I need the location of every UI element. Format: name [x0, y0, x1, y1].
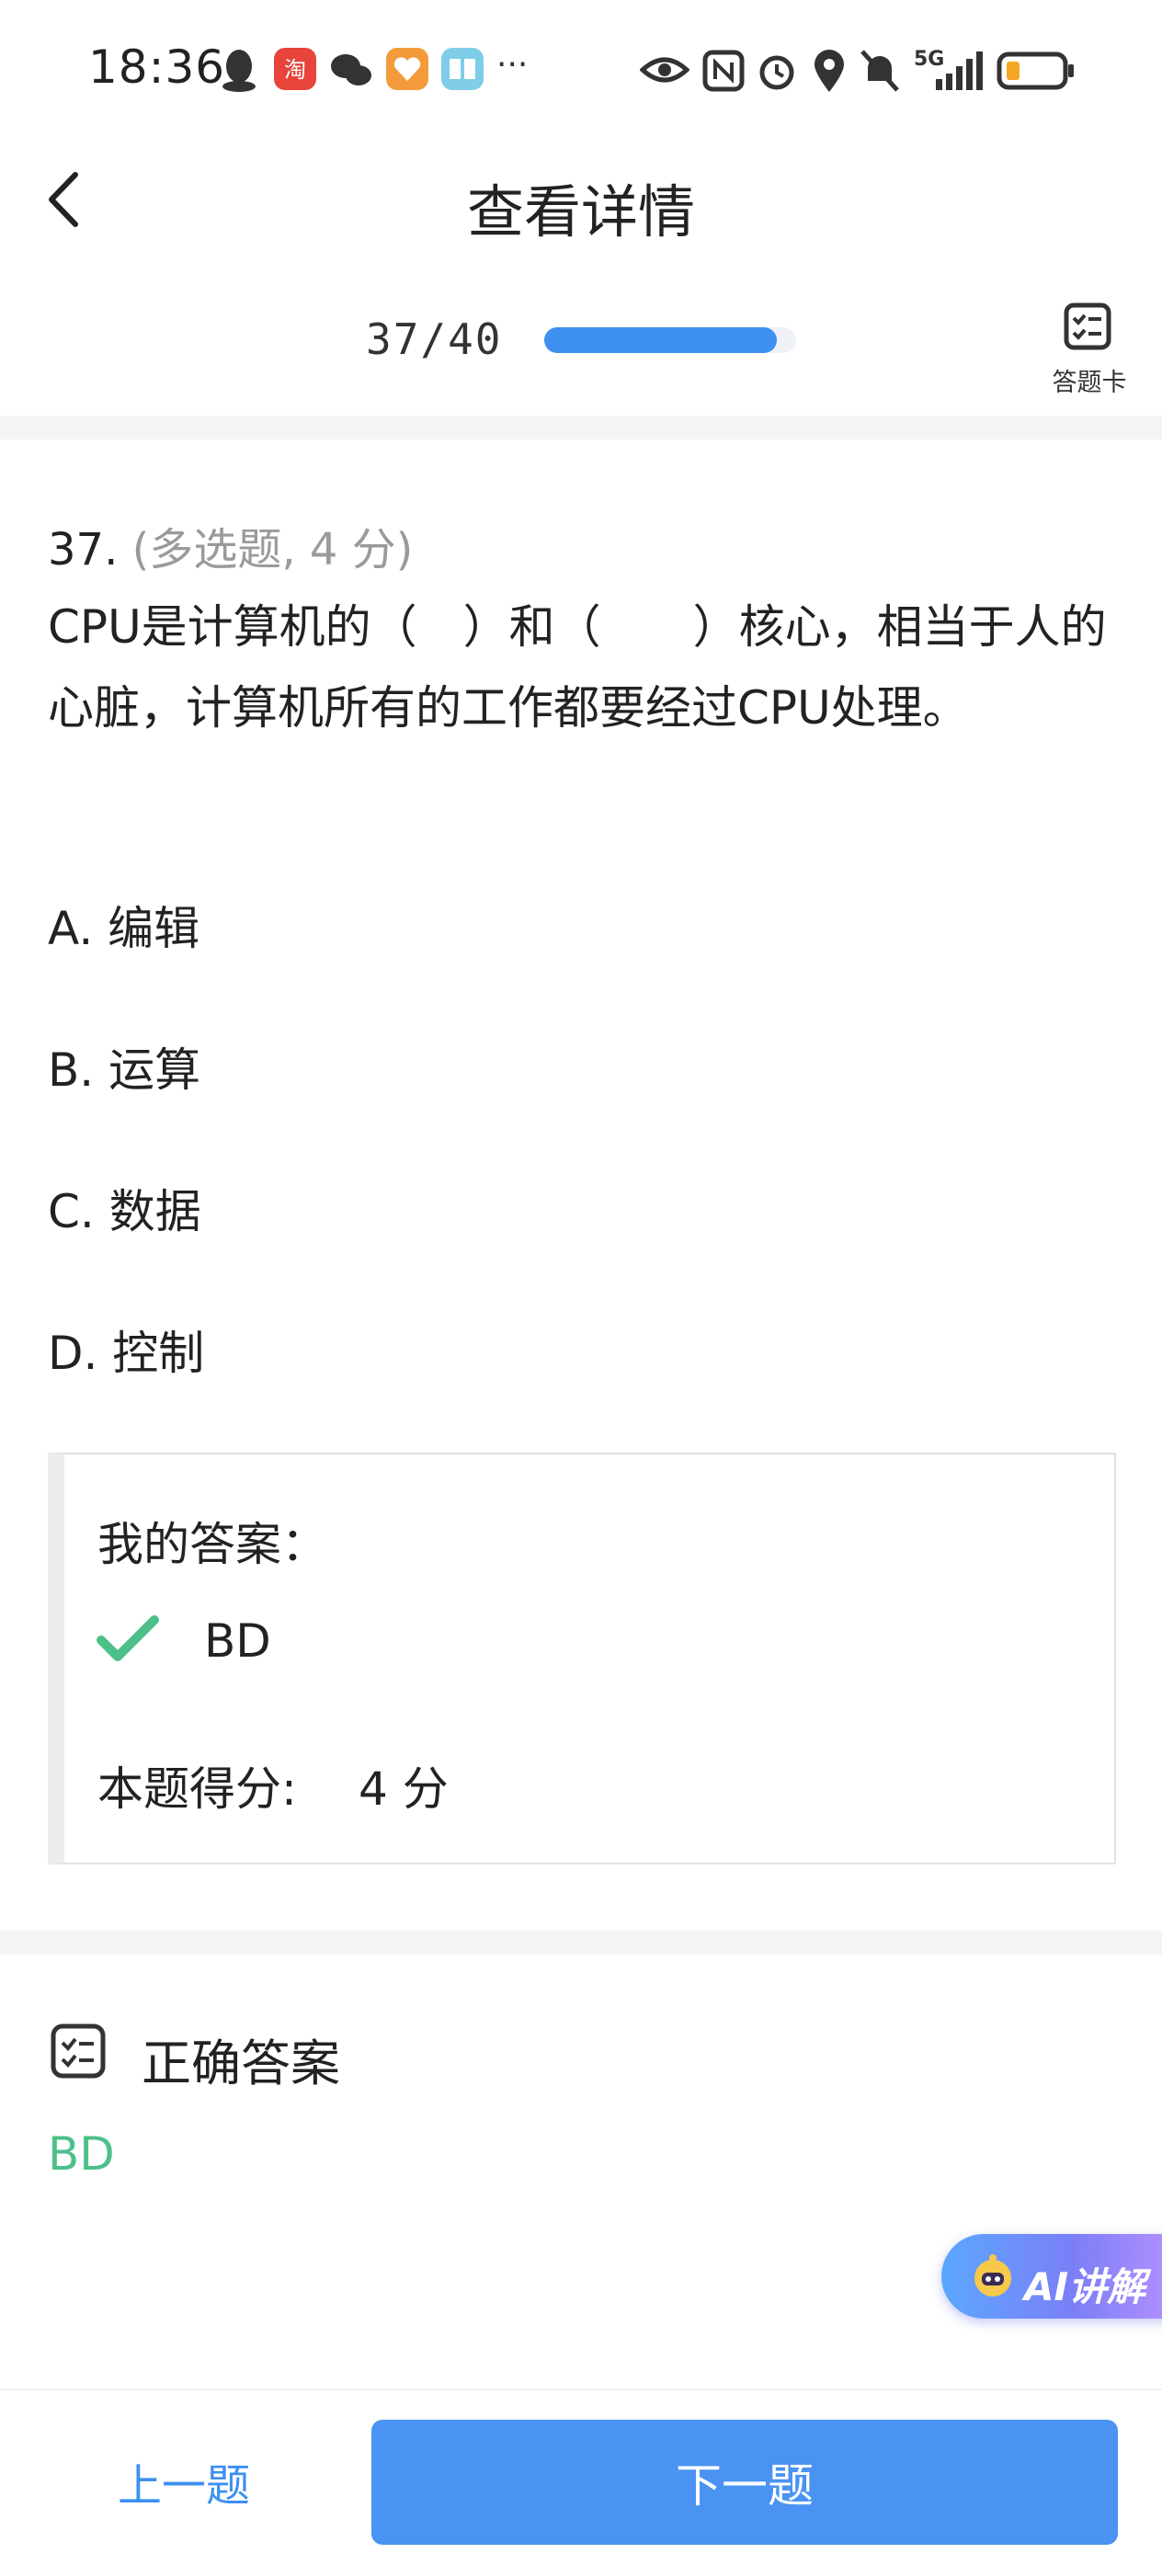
ai-explain-label[interactable]: AI讲解 — [1024, 2256, 1145, 2312]
page-title: 查看详情 — [466, 178, 695, 245]
correct-answer-label: 正确答案 — [142, 2035, 340, 2092]
score-value: 4 分 — [359, 1762, 449, 1816]
question-text: CPU是计算机的（ ）和（ ）核心，相当于人的心脏，计算机所有的工作都要经过CP… — [48, 600, 1107, 735]
alarm-icon — [759, 55, 794, 90]
progress-bar-fill — [544, 327, 778, 353]
svg-text:淘: 淘 — [284, 57, 306, 83]
signal-icon — [936, 51, 983, 90]
nfc-icon — [702, 50, 745, 92]
location-icon — [815, 50, 844, 92]
option-a: A. 编辑 — [48, 902, 200, 955]
prev-question-button[interactable]: 上一题 — [55, 2422, 313, 2541]
progress-counter: 37/40 — [366, 314, 503, 364]
question-number: 37. — [48, 524, 119, 576]
my-answer-label: 我的答案： — [97, 1518, 327, 1571]
score-label: 本题得分: — [97, 1762, 297, 1816]
mute-icon — [860, 50, 899, 92]
checklist-icon — [51, 2023, 106, 2079]
section-divider — [0, 1931, 1162, 1955]
answer-card-label[interactable]: 答题卡 — [1039, 362, 1140, 398]
option-d: D. 控制 — [48, 1327, 205, 1380]
section-divider — [0, 416, 1162, 439]
status-time: 18:36 — [88, 40, 226, 94]
ai-robot-icon — [974, 2254, 1011, 2297]
qq-icon — [222, 50, 256, 92]
correct-answer-value: BD — [48, 2127, 115, 2181]
question-meta: 37. (多选题, 4 分) — [48, 513, 413, 577]
my-answer-value: BD — [204, 1614, 271, 1668]
checklist-icon[interactable] — [1044, 302, 1133, 357]
progress-bar — [544, 327, 796, 353]
wechat-icon — [331, 54, 371, 85]
next-question-button[interactable]: 下一题 — [371, 2420, 1118, 2545]
option-c: C. 数据 — [48, 1185, 201, 1238]
check-icon — [97, 1615, 159, 1661]
heart-app-icon — [386, 48, 428, 90]
eye-icon — [640, 57, 689, 83]
question-type: (多选题, 4 分) — [131, 524, 414, 576]
reader-app-icon — [441, 48, 484, 90]
battery-icon — [997, 51, 1074, 90]
more-dots-icon: ··· — [496, 46, 529, 84]
taobao-icon: 淘 — [274, 48, 316, 90]
option-b: B. 运算 — [48, 1043, 201, 1097]
